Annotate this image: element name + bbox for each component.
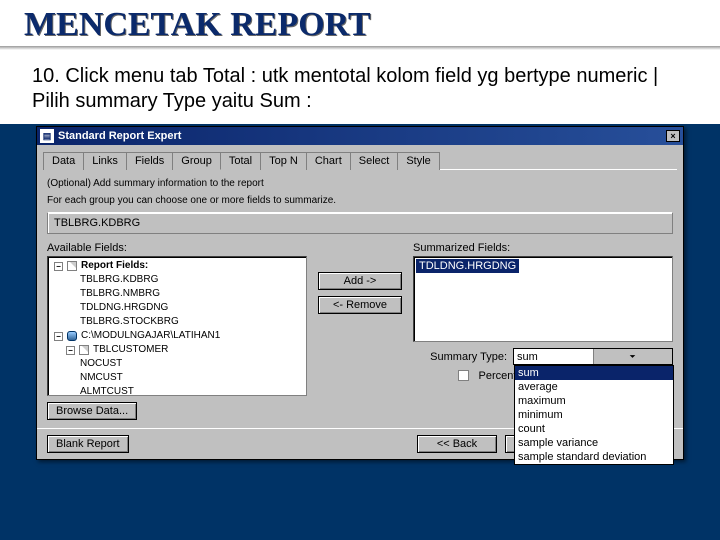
hint-2: For each group you can choose one or mor…: [47, 195, 673, 206]
tree-item[interactable]: TBLBRG.NMBRG: [80, 287, 160, 301]
collapse-icon[interactable]: −: [66, 346, 75, 355]
group-field-box: TBLBRG.KDBRG: [47, 212, 673, 234]
dropdown-option[interactable]: sum: [515, 366, 673, 380]
table-name[interactable]: TBLCUSTOMER: [93, 343, 168, 357]
titlebar: ▤ Standard Report Expert ×: [37, 127, 683, 145]
dropdown-option[interactable]: average: [515, 380, 673, 394]
collapse-icon[interactable]: −: [54, 332, 63, 341]
transfer-buttons: Add -> <- Remove: [315, 242, 405, 420]
dialog-window: ▤ Standard Report Expert × Data Links Fi…: [36, 126, 684, 460]
database-icon: [67, 331, 77, 341]
tab-fields[interactable]: Fields: [126, 152, 173, 170]
blank-report-button[interactable]: Blank Report: [47, 435, 129, 453]
percentage-checkbox[interactable]: [458, 370, 469, 381]
add-button[interactable]: Add ->: [318, 272, 402, 290]
tab-group[interactable]: Group: [172, 152, 221, 170]
tab-top-n[interactable]: Top N: [260, 152, 307, 170]
dropdown-option[interactable]: sample variance: [515, 436, 673, 450]
combo-value: sum: [514, 351, 593, 363]
summarized-selected-item[interactable]: TDLDNG.HRGDNG: [416, 259, 519, 273]
remove-button[interactable]: <- Remove: [318, 296, 402, 314]
instruction-text: 10. Click menu tab Total : utk mentotal …: [0, 50, 720, 124]
dialog-body: (Optional) Add summary information to th…: [37, 170, 683, 428]
tree-item[interactable]: TBLBRG.KDBRG: [80, 273, 158, 287]
available-panel: Available Fields: − Report Fields: TBLBRG…: [47, 242, 307, 420]
report-fields-icon: [67, 261, 77, 271]
summary-type-dropdown[interactable]: sum average maximum minimum count sample…: [514, 365, 674, 465]
tab-total[interactable]: Total: [220, 152, 261, 170]
tree-item[interactable]: ALMTCUST: [80, 385, 134, 396]
dropdown-option[interactable]: count: [515, 422, 673, 436]
summary-type-row: Summary Type: sum sum average maximum mi…: [413, 348, 673, 365]
db-path[interactable]: C:\MODULNGAJAR\LATIHAN1: [81, 329, 220, 343]
app-icon: ▤: [40, 129, 54, 143]
available-tree[interactable]: − Report Fields: TBLBRG.KDBRG TBLBRG.NMBR…: [47, 256, 307, 396]
report-fields-label: Report Fields:: [81, 259, 148, 273]
available-label: Available Fields:: [47, 242, 307, 254]
summary-type-combo[interactable]: sum sum average maximum minimum count sa…: [513, 348, 673, 365]
tree-item[interactable]: NMCUST: [80, 371, 123, 385]
tree-item[interactable]: NOCUST: [80, 357, 122, 371]
dropdown-option[interactable]: maximum: [515, 394, 673, 408]
tab-data[interactable]: Data: [43, 152, 84, 170]
tab-links[interactable]: Links: [83, 152, 127, 170]
tab-style[interactable]: Style: [397, 152, 439, 170]
summarized-label: Summarized Fields:: [413, 242, 673, 254]
tab-chart[interactable]: Chart: [306, 152, 351, 170]
table-icon: [79, 345, 89, 355]
slide-title: MENCETAK REPORT: [0, 0, 720, 46]
collapse-icon[interactable]: −: [54, 262, 63, 271]
tab-select[interactable]: Select: [350, 152, 399, 170]
summarized-list[interactable]: TDLDNG.HRGDNG: [413, 256, 673, 342]
browse-data-button[interactable]: Browse Data...: [47, 402, 137, 420]
summarized-panel: Summarized Fields: TDLDNG.HRGDNG Summary…: [413, 242, 673, 420]
hint-1: (Optional) Add summary information to th…: [47, 178, 673, 189]
back-button[interactable]: << Back: [417, 435, 497, 453]
close-button[interactable]: ×: [666, 130, 680, 142]
dropdown-option[interactable]: sample standard deviation: [515, 450, 673, 464]
columns: Available Fields: − Report Fields: TBLBRG…: [47, 242, 673, 420]
window-title: Standard Report Expert: [58, 130, 664, 142]
summary-type-label: Summary Type:: [429, 351, 507, 363]
chevron-down-icon[interactable]: [593, 349, 673, 364]
tabstrip: Data Links Fields Group Total Top N Char…: [43, 151, 677, 170]
group-field-value: TBLBRG.KDBRG: [54, 217, 140, 229]
tree-item[interactable]: TDLDNG.HRGDNG: [80, 301, 168, 315]
dropdown-option[interactable]: minimum: [515, 408, 673, 422]
tree-item[interactable]: TBLBRG.STOCKBRG: [80, 315, 179, 329]
